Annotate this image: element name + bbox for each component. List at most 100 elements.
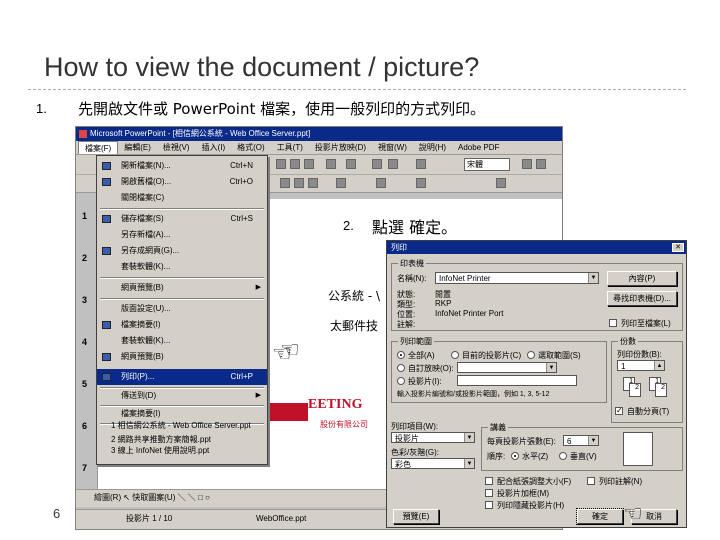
menu-item-package[interactable]: 套裝軟體(K)... xyxy=(97,259,267,275)
status-slide-count: 投影片 1 / 10 xyxy=(126,514,173,523)
menu-item-save-as[interactable]: 另存新檔(A)... xyxy=(97,227,267,243)
align-right-icon[interactable] xyxy=(308,178,318,188)
slide-title: How to view the document / picture? xyxy=(44,52,480,82)
range-current-radio[interactable] xyxy=(451,351,459,359)
menu-item-web-setup[interactable]: 套裝軟體(K)... xyxy=(97,333,267,349)
print-comments-checkbox[interactable] xyxy=(587,477,595,485)
step2-instruction: 點選 確定。 xyxy=(372,218,458,237)
menu-item-page-setup[interactable]: 版面設定(U)... xyxy=(97,301,267,317)
menu-item-web-preview[interactable]: 網頁預覽(B) ▶ xyxy=(97,280,267,296)
color-value: 彩色 xyxy=(395,460,411,469)
outline-slide-number[interactable]: 1 xyxy=(82,211,87,221)
range-all-radio[interactable] xyxy=(397,351,405,359)
menu-item-open[interactable]: 開啟舊檔(O)... Ctrl+O xyxy=(97,174,267,190)
order-horizontal-radio[interactable] xyxy=(511,452,519,460)
range-slides-radio[interactable] xyxy=(397,377,405,385)
per-page-select[interactable]: 6 ▼ xyxy=(563,435,599,446)
menu-window[interactable]: 視窗(W) xyxy=(372,141,413,154)
collate-page-icon: 2 xyxy=(629,383,641,397)
outline-slide-number[interactable]: 6 xyxy=(82,421,87,431)
find-printer-button[interactable]: 尋找印表機(D)... xyxy=(607,291,677,306)
per-page-label: 每頁投影片張數(E): xyxy=(487,437,556,446)
copies-spinner[interactable]: 1 ▲ xyxy=(617,360,665,371)
order-vertical-radio[interactable] xyxy=(559,452,567,460)
menu-view[interactable]: 檢視(V) xyxy=(157,141,196,154)
copy-icon[interactable] xyxy=(290,159,300,169)
outline-slide-number[interactable]: 3 xyxy=(82,295,87,305)
menu-item-print[interactable]: 列印(P)... Ctrl+P xyxy=(97,369,267,385)
collate-checkbox[interactable]: ✓ xyxy=(615,407,623,415)
frame-slides-checkbox[interactable] xyxy=(485,489,493,497)
color-icon[interactable] xyxy=(416,159,426,169)
paste-icon[interactable] xyxy=(304,159,314,169)
align-left-icon[interactable] xyxy=(280,178,290,188)
printer-name-select[interactable]: InfoNet Printer ▼ xyxy=(435,272,599,284)
range-custom-radio[interactable] xyxy=(397,364,405,372)
menu-item-label: 2 網路共享推動方案簡報.ppt xyxy=(111,435,212,444)
outline-slide-number[interactable]: 2 xyxy=(82,253,87,263)
menu-item-save-as-web[interactable]: 另存成網頁(G)... xyxy=(97,243,267,259)
print-what-select[interactable]: 投影片 ▼ xyxy=(391,432,475,443)
print-to-file-checkbox[interactable] xyxy=(609,319,617,327)
menu-slideshow[interactable]: 投影片放映(D) xyxy=(309,141,372,154)
bold-icon[interactable] xyxy=(522,159,532,169)
outline-slide-number[interactable]: 7 xyxy=(82,463,87,473)
menu-item-print-preview[interactable]: 檔案摘要(I) xyxy=(97,317,267,333)
outline-slide-number[interactable]: 5 xyxy=(82,379,87,389)
step1-number: 1. xyxy=(36,101,47,116)
recent-file-3[interactable]: 3 線上 InfoNet 使用說明.ppt xyxy=(97,446,267,456)
menu-help[interactable]: 說明(H) xyxy=(413,141,452,154)
color-select[interactable]: 彩色 ▼ xyxy=(391,458,475,469)
menu-insert[interactable]: 插入(I) xyxy=(196,141,232,154)
custom-show-select[interactable]: ▼ xyxy=(457,362,557,373)
print-preview-icon xyxy=(102,321,111,329)
align-center-icon[interactable] xyxy=(294,178,304,188)
menu-item-new[interactable]: 開新檔案(N)... Ctrl+N xyxy=(97,158,267,174)
menu-item-label: 套裝軟體(K)... xyxy=(121,262,171,271)
redo-icon[interactable] xyxy=(346,159,356,169)
range-selection-radio[interactable] xyxy=(527,351,535,359)
chevron-down-icon: ▼ xyxy=(546,363,556,372)
range-current-label: 目前的投影片(C) xyxy=(462,351,522,360)
group-label: 份數 xyxy=(618,336,638,347)
ppt-menubar: 檔案(F) 編輯(E) 檢視(V) 插入(I) 格式(O) 工具(T) 投影片放… xyxy=(76,141,562,155)
menu-adobe-pdf[interactable]: Adobe PDF xyxy=(452,141,505,154)
design-icon[interactable] xyxy=(496,178,506,188)
menu-item-web-prev[interactable]: 網頁預覽(B) xyxy=(97,349,267,365)
globe-icon xyxy=(102,353,111,361)
close-icon[interactable]: ✕ xyxy=(672,243,684,252)
menu-item-save[interactable]: 儲存檔案(S) Ctrl+S xyxy=(97,211,267,227)
menu-file[interactable]: 檔案(F) xyxy=(78,141,119,154)
menu-item-label: 網頁預覽(B) xyxy=(121,283,164,292)
menu-item-send-to[interactable]: 傳送到(D) ▶ xyxy=(97,388,267,404)
preview-button[interactable]: 預覽(E) xyxy=(393,509,439,524)
chart-icon[interactable] xyxy=(388,159,398,169)
collate-page-icon: 2 xyxy=(655,383,667,397)
new-slide-icon[interactable] xyxy=(416,178,426,188)
menu-item-close[interactable]: 關閉檔案(C) xyxy=(97,190,267,206)
menu-separator xyxy=(100,277,264,279)
menu-tools[interactable]: 工具(T) xyxy=(271,141,309,154)
page-number: 6 xyxy=(53,506,61,521)
font-color-icon[interactable] xyxy=(376,178,386,188)
slide-text-fragment: 太郵件技 xyxy=(330,319,379,333)
chevron-down-icon: ▼ xyxy=(464,459,474,468)
slides-input[interactable] xyxy=(457,375,577,386)
font-name-select[interactable]: 宋體 xyxy=(464,158,510,171)
insert-table-icon[interactable] xyxy=(372,159,382,169)
menu-format[interactable]: 格式(O) xyxy=(231,141,271,154)
range-hint-text: 輸入投影片編號和/或投影片範圍，例如 1, 3, 5-12 xyxy=(397,391,550,398)
menu-edit[interactable]: 編輯(E) xyxy=(118,141,157,154)
properties-button[interactable]: 內容(P) xyxy=(607,271,677,286)
range-all-label: 全部(A) xyxy=(408,351,435,360)
outline-slide-number[interactable]: 4 xyxy=(82,337,87,347)
cut-icon[interactable] xyxy=(276,159,286,169)
bullets-icon[interactable] xyxy=(336,178,346,188)
scale-to-fit-checkbox[interactable] xyxy=(485,477,493,485)
print-hidden-checkbox[interactable] xyxy=(485,501,493,509)
ok-button[interactable]: 確定 xyxy=(576,508,624,525)
italic-icon[interactable] xyxy=(536,159,546,169)
menu-item-label: 儲存檔案(S) xyxy=(121,214,164,223)
order-horizontal-label: 水平(Z) xyxy=(522,452,549,461)
undo-icon[interactable] xyxy=(326,159,336,169)
